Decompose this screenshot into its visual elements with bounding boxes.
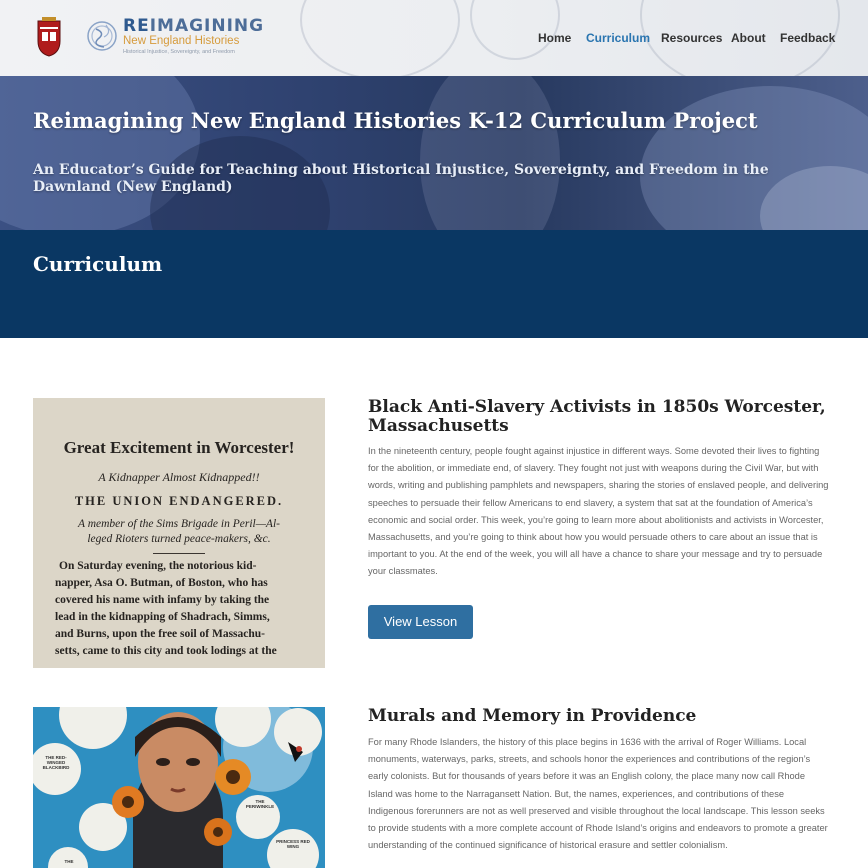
lesson-description: In the nineteenth century, people fought…: [368, 446, 829, 577]
nav-item-about[interactable]: About: [731, 30, 766, 46]
nav-item-curriculum[interactable]: Curriculum: [586, 30, 650, 46]
site-header: REIMAGINING New England Histories Histor…: [0, 0, 868, 76]
section-header: Curriculum: [0, 230, 868, 338]
mural-caption: PRINCESS RED WING: [276, 839, 310, 849]
clipping-line: THE UNION ENDANGERED.: [74, 494, 284, 508]
newspaper-clipping-image: Great Excitement in Worcester! A Kidnapp…: [33, 398, 325, 668]
nav-item-home[interactable]: Home: [538, 30, 571, 46]
nav-item-feedback[interactable]: Feedback: [780, 30, 835, 46]
hero-subtitle: An Educator’s Guide for Teaching about H…: [33, 162, 769, 195]
view-lesson-button[interactable]: View Lesson: [368, 605, 473, 639]
nav-item-resources[interactable]: Resources: [661, 30, 722, 46]
clipping-line: A member of the Sims Brigade in Peril—Al…: [78, 518, 280, 530]
clipping-body-line: On Saturday evening, the notorious kid-: [59, 560, 257, 572]
clipping-body-line: lead in the kidnapping of Shadrach, Simm…: [55, 611, 270, 623]
clipping-headline: Great Excitement in Worcester!: [63, 438, 295, 457]
hero-banner: Reimagining New England Histories K-12 C…: [0, 76, 868, 230]
clipping-line: A Kidnapper Almost Kidnapped!!: [98, 470, 260, 484]
mural-caption: THE PERIWINKLE: [245, 799, 275, 809]
lesson-title[interactable]: Black Anti-Slavery Activists in 1850s Wo…: [368, 398, 838, 436]
section-title: Curriculum: [33, 252, 163, 276]
mural-caption: THE RED-WINGED BLACKBIRD: [42, 755, 70, 770]
clipping-body-line: covered his name with infamy by taking t…: [55, 594, 270, 606]
clipping-body-line: setts, came to this city and took loding…: [55, 645, 277, 657]
clipping-line: leged Rioters turned peace-makers, &c.: [87, 533, 271, 545]
lesson-title[interactable]: Murals and Memory in Providence: [368, 707, 838, 726]
clipping-body-line: and Burns, upon the free soil of Massach…: [55, 628, 266, 640]
hero-title: Reimagining New England Histories K-12 C…: [33, 108, 758, 133]
main-navigation: Home Curriculum Resources About Feedback: [0, 30, 868, 46]
providence-mural-image: THE RED-WINGED BLACKBIRD THE PERIWINKLE …: [33, 707, 325, 868]
clipping-body-line: napper, Asa O. Butman, of Boston, who ha…: [55, 577, 268, 589]
mural-caption: THE: [64, 859, 74, 864]
clipping-rule: [153, 553, 205, 554]
logo-tagline: Historical Injustice, Sovereignty, and F…: [123, 49, 235, 55]
lesson-description: For many Rhode Islanders, the history of…: [368, 737, 828, 851]
